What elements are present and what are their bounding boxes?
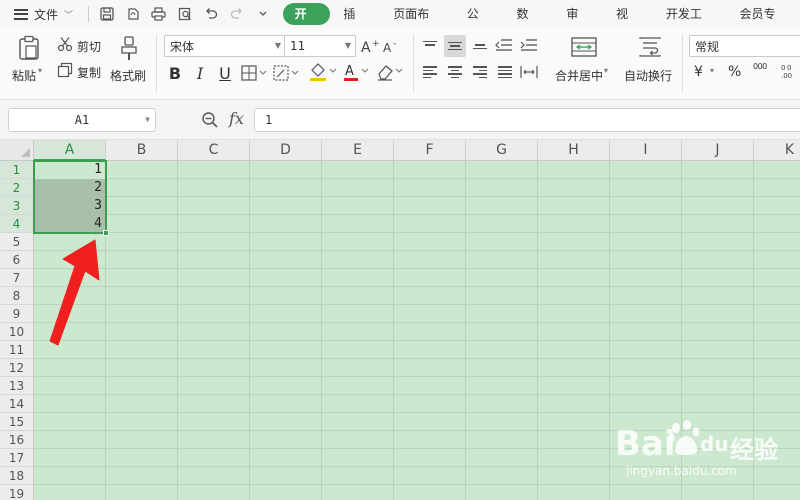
scissors-icon[interactable] — [56, 36, 74, 52]
number-format-select[interactable]: 常规 — [689, 35, 800, 57]
align-top-icon[interactable] — [419, 34, 441, 56]
save-icon[interactable] — [95, 3, 119, 25]
tab-review[interactable]: 审阅 — [553, 3, 603, 43]
justify-icon[interactable] — [494, 61, 516, 83]
watermark-brand: Bai — [615, 424, 676, 464]
underline-button[interactable]: U — [216, 62, 234, 84]
chevron-down-icon: ▼ — [344, 41, 351, 50]
divider — [413, 34, 414, 92]
wrap-text-icon[interactable] — [636, 35, 664, 59]
divider — [87, 6, 89, 22]
chevron-down-icon: ▼ — [274, 41, 281, 50]
tab-home[interactable]: 开始 — [282, 3, 331, 43]
distributed-align-icon[interactable] — [519, 63, 539, 81]
tab-data[interactable]: 数据 — [504, 3, 554, 43]
align-bottom-icon[interactable] — [469, 34, 491, 56]
align-center-icon[interactable] — [444, 61, 466, 83]
fill-color-icon[interactable] — [308, 61, 338, 83]
divider — [156, 34, 157, 92]
divider — [682, 34, 683, 92]
chevron-down-icon[interactable]: ▾ — [604, 66, 608, 75]
menu-bar: 文件 ﹀ 开始 插入 页面布局 公式 数据 审阅 视图 — [0, 0, 800, 43]
increase-indent-icon[interactable] — [519, 36, 539, 54]
customize-toolbar-icon[interactable] — [251, 3, 275, 25]
tab-page-layout[interactable]: 页面布局 — [380, 3, 454, 43]
percent-button[interactable]: % — [728, 64, 741, 80]
svg-text:A: A — [361, 40, 371, 54]
name-box-value: A1 — [74, 113, 90, 127]
tab-member[interactable]: 会员专享 — [726, 3, 800, 43]
tab-insert[interactable]: 插入 — [330, 3, 380, 43]
tab-developer[interactable]: 开发工具 — [653, 3, 727, 43]
chevron-down-icon[interactable]: ▾ — [710, 66, 714, 75]
paste-button-label[interactable]: 粘贴 — [12, 67, 36, 84]
print-icon[interactable] — [147, 3, 171, 25]
tab-view[interactable]: 视图 — [603, 3, 653, 43]
redo-icon[interactable] — [225, 3, 249, 25]
formula-input[interactable]: 1 — [254, 108, 800, 132]
undo-icon[interactable] — [199, 3, 223, 25]
svg-text:A: A — [345, 64, 354, 79]
output-pdf-icon[interactable] — [121, 3, 145, 25]
format-painter-label[interactable]: 格式刷 — [110, 67, 146, 84]
file-menu-label: 文件 — [34, 7, 59, 22]
align-right-icon[interactable] — [469, 61, 491, 83]
copy-button-label[interactable]: 复制 — [77, 64, 101, 81]
watermark-service: 经验 — [730, 436, 778, 464]
file-menu-button[interactable]: 文件 ﹀ — [0, 0, 84, 28]
cut-button-label[interactable]: 剪切 — [77, 38, 101, 55]
decrease-font-size-icon[interactable]: A- — [382, 36, 402, 56]
zoom-icon[interactable] — [201, 111, 219, 129]
wrap-text-label[interactable]: 自动换行 — [624, 67, 672, 84]
italic-button[interactable]: I — [191, 62, 209, 84]
font-name-value: 宋体 — [170, 39, 195, 54]
print-preview-icon[interactable] — [173, 3, 197, 25]
formula-bar: A1 ▼ fx 1 — [0, 100, 800, 140]
bold-button[interactable]: B — [166, 62, 184, 84]
chevron-down-icon: ﹀ — [64, 10, 74, 21]
font-size-value: 11 — [290, 39, 306, 53]
merge-center-label[interactable]: 合并居中 — [555, 67, 603, 84]
watermark-url: jingyan.baidu.com — [626, 464, 737, 478]
font-color-icon[interactable]: A — [342, 61, 372, 83]
svg-text:0: 0 — [787, 64, 791, 72]
increase-font-size-icon[interactable]: A + — [360, 36, 380, 56]
increase-decimal-icon[interactable]: 0 0.00 — [780, 62, 800, 80]
number-format-value: 常规 — [695, 39, 720, 54]
hamburger-icon — [14, 8, 28, 20]
svg-text:A: A — [383, 41, 392, 54]
insert-function-button[interactable]: fx — [229, 109, 244, 128]
ribbon-toolbar: 粘贴 ▾ 剪切 复制 格式刷 宋体 ▼ 11 ▼ A+ A- B I U A — [0, 28, 800, 100]
svg-text:+: + — [372, 39, 379, 49]
spreadsheet-grid[interactable]: ABCDEFGHIJK 1 2 3 4 5 6 7 8 9 10 11 12 13 14 15 16 17 18 1… — [0, 140, 800, 500]
paste-dropdown-icon[interactable]: ▾ — [38, 66, 42, 75]
align-middle-icon[interactable] — [444, 35, 466, 57]
borders-icon[interactable] — [240, 63, 268, 83]
svg-text:0: 0 — [781, 64, 785, 72]
name-box[interactable]: A1 ▼ — [8, 108, 156, 132]
ribbon-tabs: 开始 插入 页面布局 公式 数据 审阅 视图 开发工具 会员专享 — [282, 0, 800, 43]
copy-icon[interactable] — [56, 62, 74, 78]
merge-center-icon[interactable] — [569, 35, 599, 59]
paw-logo-icon — [668, 420, 700, 455]
format-painter-icon[interactable] — [118, 34, 140, 62]
svg-text:-: - — [393, 39, 396, 49]
chevron-down-icon[interactable]: ▼ — [145, 115, 150, 124]
font-size-select[interactable]: 11 ▼ — [284, 35, 356, 57]
thousands-separator-button[interactable]: 000 — [753, 62, 767, 71]
paste-icon[interactable] — [16, 34, 42, 62]
font-name-select[interactable]: 宋体 ▼ — [164, 35, 286, 57]
clear-format-icon[interactable] — [376, 61, 406, 83]
currency-button[interactable]: ¥ — [694, 64, 703, 80]
align-left-icon[interactable] — [419, 61, 441, 83]
tab-formulas[interactable]: 公式 — [454, 3, 504, 43]
decrease-indent-icon[interactable] — [494, 36, 514, 54]
quick-access-toolbar — [84, 0, 275, 28]
svg-text:.00: .00 — [781, 72, 792, 79]
fill-pattern-icon[interactable] — [272, 63, 300, 83]
